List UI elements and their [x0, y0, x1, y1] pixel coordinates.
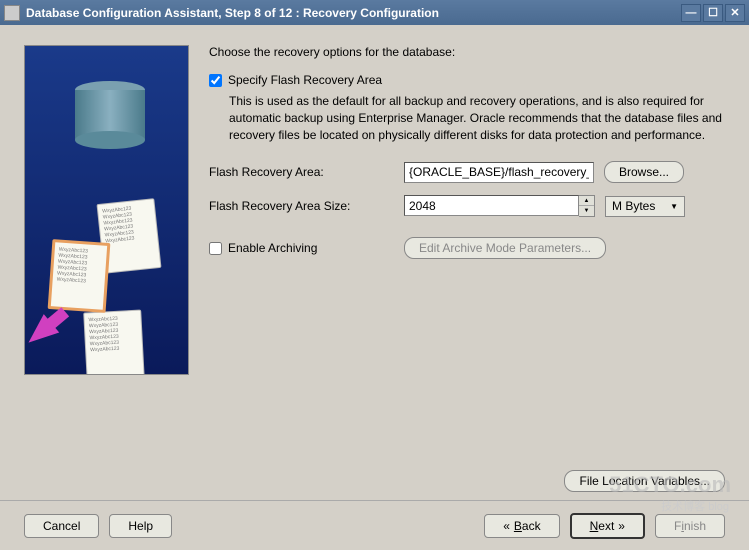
window-title: Database Configuration Assistant, Step 8…: [26, 6, 681, 20]
fra-size-unit-value: M Bytes: [612, 199, 655, 213]
next-label: Next: [590, 519, 615, 533]
finish-button[interactable]: Finish: [655, 514, 725, 538]
wizard-footer: Cancel Help « Back Next » Finish: [0, 500, 749, 550]
database-cylinder-icon: [75, 81, 145, 161]
fra-path-row: Flash Recovery Area: Browse...: [209, 161, 725, 183]
next-button[interactable]: Next »: [570, 513, 645, 539]
fra-path-input[interactable]: [404, 162, 594, 183]
fra-size-row: Flash Recovery Area Size: ▲ ▼ M Bytes ▼: [209, 195, 725, 217]
chevron-down-icon: ▼: [670, 202, 678, 211]
window-controls: — ☐ ✕: [681, 4, 745, 22]
fra-size-input[interactable]: [404, 195, 579, 216]
close-button[interactable]: ✕: [725, 4, 745, 22]
minimize-button[interactable]: —: [681, 4, 701, 22]
back-button[interactable]: « Back: [484, 514, 559, 538]
enable-archiving-label: Enable Archiving: [228, 241, 317, 255]
document-highlighted-icon: WxyzAbc123WxyzAbc123WxyzAbc123WxyzAbc123…: [48, 239, 111, 313]
cancel-button[interactable]: Cancel: [24, 514, 99, 538]
enable-archiving-checkbox[interactable]: [209, 242, 222, 255]
specify-fra-label: Specify Flash Recovery Area: [228, 73, 382, 87]
titlebar: Database Configuration Assistant, Step 8…: [0, 0, 749, 25]
app-icon: [4, 5, 20, 21]
chevron-right-icon: »: [618, 519, 625, 533]
prompt-text: Choose the recovery options for the data…: [209, 45, 725, 59]
edit-archive-params-button[interactable]: Edit Archive Mode Parameters...: [404, 237, 606, 259]
spinner-down-button[interactable]: ▼: [579, 206, 594, 216]
back-label: Back: [514, 519, 541, 533]
archiving-row: Enable Archiving Edit Archive Mode Param…: [209, 237, 725, 259]
document-icon: WxyzAbc123WxyzAbc123WxyzAbc123WxyzAbc123…: [83, 310, 145, 375]
file-location-row: File Location Variables...: [0, 466, 749, 500]
spinner-buttons: ▲ ▼: [579, 195, 595, 217]
maximize-button[interactable]: ☐: [703, 4, 723, 22]
wizard-side-graphic: WxyzAbc123WxyzAbc123WxyzAbc123WxyzAbc123…: [24, 45, 189, 375]
help-button[interactable]: Help: [109, 514, 172, 538]
finish-label: Finish: [674, 519, 706, 533]
fra-path-label: Flash Recovery Area:: [209, 165, 404, 179]
specify-fra-checkbox[interactable]: [209, 74, 222, 87]
fra-size-spinner: ▲ ▼: [404, 195, 595, 217]
chevron-left-icon: «: [503, 519, 510, 533]
arrow-icon: [24, 314, 59, 352]
specify-fra-row: Specify Flash Recovery Area: [209, 73, 725, 87]
fra-size-unit-select[interactable]: M Bytes ▼: [605, 196, 685, 217]
spinner-up-button[interactable]: ▲: [579, 196, 594, 206]
content-panel: Choose the recovery options for the data…: [189, 45, 725, 456]
browse-button[interactable]: Browse...: [604, 161, 684, 183]
file-location-variables-button[interactable]: File Location Variables...: [564, 470, 725, 492]
main-area: WxyzAbc123WxyzAbc123WxyzAbc123WxyzAbc123…: [0, 25, 749, 466]
fra-size-label: Flash Recovery Area Size:: [209, 199, 404, 213]
fra-description: This is used as the default for all back…: [229, 93, 725, 143]
